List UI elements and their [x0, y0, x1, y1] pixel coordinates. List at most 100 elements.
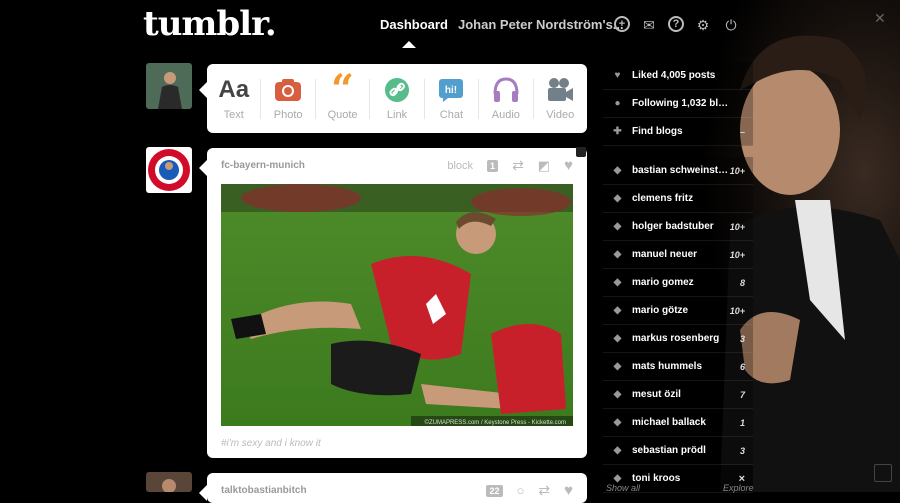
post-pointer	[199, 160, 207, 176]
help-icon[interactable]: ?	[668, 16, 684, 32]
tag-count: 10+	[729, 249, 745, 260]
author-avatar[interactable]	[146, 147, 192, 193]
tag-icon: ◆	[613, 277, 622, 288]
tag-label: manuel neuer	[632, 249, 698, 260]
reblog-icon[interactable]: ⇄	[538, 482, 550, 499]
sidebar-liked[interactable]: ♥ Liked 4,005 posts	[603, 62, 753, 90]
tag-icon: ◆	[613, 221, 622, 232]
post-type-audio[interactable]: Audio	[479, 76, 532, 121]
like-icon[interactable]: ♥	[564, 482, 573, 499]
quote-icon: “	[331, 66, 355, 113]
post-card-2: talktobastianbitch 22 ○ ⇄ ♥	[199, 473, 587, 503]
header-icons: + ✉ ? ⚙ ⏻	[614, 16, 740, 34]
tag-label: mesut özil	[632, 389, 681, 400]
tag-item[interactable]: ◆ manuel neuer 10+	[603, 241, 753, 269]
post-type-label: Audio	[491, 109, 520, 121]
tag-label: markus rosenberg	[632, 333, 720, 344]
reply-icon[interactable]: ◩	[538, 158, 550, 174]
tag-icon: ◆	[613, 417, 622, 428]
block-button[interactable]: block	[447, 160, 473, 172]
post-controls: 22 ○ ⇄ ♥	[486, 482, 573, 499]
sidebar-label: Liked 4,005 posts	[632, 70, 716, 81]
tag-item[interactable]: ◆ michael ballack 1	[603, 409, 753, 437]
dashboard-link[interactable]: Dashboard	[380, 17, 448, 32]
post-corner-tab	[576, 147, 586, 157]
post-type-link[interactable]: Link	[370, 76, 423, 121]
chevron-icon: –	[739, 126, 745, 137]
tag-count: 6	[739, 361, 745, 372]
power-icon[interactable]: ⏻	[722, 16, 740, 34]
tag-label: bastian schweinste...	[632, 165, 732, 176]
user-blog-link[interactable]: Johan Peter Nordström's...	[458, 17, 624, 32]
sidebar-label: Following 1,032 blogs	[632, 98, 732, 109]
sidebar-find-blogs[interactable]: ✚ Find blogs –	[603, 118, 753, 146]
tag-icon: ◆	[613, 445, 622, 456]
expand-icon[interactable]	[874, 464, 892, 482]
author-avatar-2[interactable]	[146, 472, 192, 492]
tag-item[interactable]: ◆ markus rosenberg 3	[603, 325, 753, 353]
tag-icon: ◆	[613, 305, 622, 316]
camera-icon	[274, 76, 302, 104]
tag-item[interactable]: ◆ clemens fritz	[603, 185, 753, 213]
tag-count: 7	[739, 389, 745, 400]
video-icon	[546, 76, 574, 104]
post-pointer	[199, 485, 207, 501]
post-type-label: Text	[223, 109, 244, 121]
post-type-label: Link	[386, 109, 408, 121]
like-icon[interactable]: ♥	[564, 157, 573, 174]
tag-label: holger badstuber	[632, 221, 714, 232]
mail-icon[interactable]: ✉	[640, 16, 658, 34]
text-icon: Aa	[218, 76, 250, 103]
post-card: fc-bayern-munich block 1 ⇄ ◩ ♥ ©ZUMAPRES…	[199, 148, 587, 458]
post-photo[interactable]: ©ZUMAPRESS.com / Keystone Press - Kicket…	[221, 184, 573, 426]
post-type-text[interactable]: Aa Text	[207, 76, 260, 121]
heart-icon: ♥	[614, 70, 621, 81]
tag-icon: ◆	[613, 333, 622, 344]
add-user-icon: ✚	[613, 126, 622, 137]
gear-icon[interactable]: ⚙	[694, 16, 712, 34]
sidebar-label: Find blogs	[632, 126, 683, 137]
tag-item[interactable]: ◆ holger badstuber 10+	[603, 213, 753, 241]
tag-count: 3	[739, 333, 745, 344]
notes-count[interactable]: 22	[486, 484, 503, 497]
avatar[interactable]	[146, 63, 192, 109]
tag-item[interactable]: ◆ mario gomez 8	[603, 269, 753, 297]
post-type-label: Photo	[273, 109, 303, 121]
post-type-quote[interactable]: “ Quote	[316, 66, 369, 122]
plus-icon[interactable]: +	[614, 16, 630, 32]
post-caption: #i'm sexy and i know it	[221, 438, 321, 449]
post-type-video[interactable]: Video	[534, 76, 587, 121]
tag-label: mario götze	[632, 305, 689, 316]
tumblr-logo[interactable]: tumblr.	[143, 4, 277, 44]
sidebar-stats: ♥ Liked 4,005 posts ● Following 1,032 bl…	[603, 62, 753, 146]
post-type-chat[interactable]: hi! Chat	[425, 76, 478, 121]
tag-item[interactable]: ◆ bastian schweinste... 10+	[603, 157, 753, 185]
post-type-label: Video	[546, 109, 575, 121]
post-type-photo[interactable]: Photo	[261, 76, 314, 121]
tag-count: 10+	[729, 221, 745, 232]
close-icon[interactable]: ✕	[874, 10, 894, 30]
post-author[interactable]: talktobastianbitch	[221, 485, 307, 496]
link-icon	[384, 76, 410, 104]
tag-label: mario gomez	[632, 277, 694, 288]
sidebar-tags: ◆ bastian schweinste... 10+ ◆ clemens fritz…	[603, 157, 753, 493]
active-caret	[402, 41, 416, 48]
post-controls: block 1 ⇄ ◩ ♥	[447, 157, 573, 174]
tag-item[interactable]: ◆ sebastian prödl 3	[603, 437, 753, 465]
tag-item[interactable]: ◆ mats hummels 6	[603, 353, 753, 381]
post-type-bar: Aa Text Photo “ Quote Link hi! Chat Audi…	[199, 64, 587, 133]
tag-count: 10+	[729, 165, 745, 176]
svg-text:hi!: hi!	[445, 85, 457, 96]
reply-icon[interactable]: ○	[517, 483, 525, 498]
post-author[interactable]: fc-bayern-munich	[221, 160, 305, 171]
tag-item[interactable]: ◆ mario götze 10+	[603, 297, 753, 325]
user-icon: ●	[614, 98, 621, 109]
tag-item[interactable]: ◆ mesut özil 7	[603, 381, 753, 409]
notes-count[interactable]: 1	[487, 159, 499, 172]
tag-label: mats hummels	[632, 361, 703, 372]
tag-icon: ◆	[613, 165, 622, 176]
tag-icon: ◆	[613, 193, 622, 204]
sidebar-following[interactable]: ● Following 1,032 blogs	[603, 90, 753, 118]
reblog-icon[interactable]: ⇄	[512, 157, 524, 174]
post-type-label: Chat	[439, 109, 464, 121]
